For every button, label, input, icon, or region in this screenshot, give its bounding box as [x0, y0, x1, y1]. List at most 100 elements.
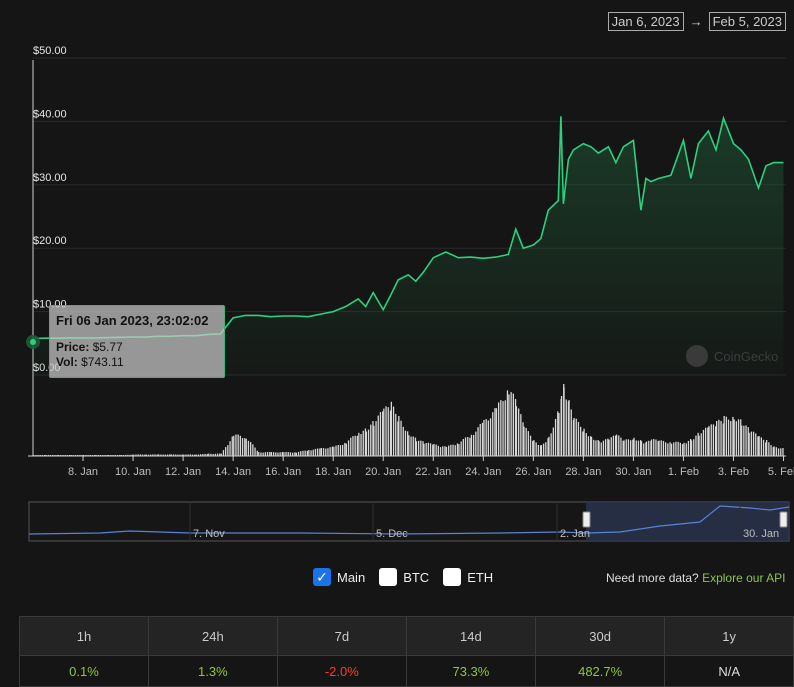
volume-bar [469, 437, 471, 456]
volume-bar [690, 440, 693, 456]
volume-bar [235, 434, 237, 456]
volume-bar [354, 435, 356, 456]
volume-bar [700, 433, 702, 456]
volume-bar [245, 438, 247, 456]
volume-bar [331, 446, 333, 456]
series-legend: ✓ Main BTC ETH [313, 568, 499, 586]
volume-bar [625, 439, 627, 456]
volume-bar [365, 431, 367, 456]
volume-bar [727, 419, 730, 456]
volume-bar [775, 447, 777, 456]
performance-table: 1h 24h 7d 14d 30d 1y 0.1% 1.3% -2.0% 73.… [19, 616, 794, 687]
price-chart[interactable]: $0.00$10.00$20.00$30.00$40.00$50.00 8. J… [0, 0, 794, 550]
navigator-handle[interactable] [779, 511, 788, 528]
volume-bar [587, 436, 590, 456]
volume-bar [502, 401, 504, 456]
volume-bar [681, 444, 684, 456]
header-1y: 1y [664, 616, 794, 656]
volume-bar [510, 392, 512, 456]
volume-bar [723, 416, 725, 456]
volume-bar [627, 439, 630, 456]
volume-bar [633, 437, 635, 456]
volume-bar [247, 440, 250, 456]
volume-bar [650, 439, 653, 456]
volume-bar [237, 434, 239, 456]
volume-bar [725, 416, 727, 456]
volume-bar [256, 450, 258, 456]
volume-bar [667, 443, 669, 456]
legend-main[interactable]: ✓ Main [313, 568, 365, 586]
volume-bar [670, 443, 673, 456]
volume-bar [277, 452, 279, 456]
checkbox-icon[interactable] [443, 568, 462, 586]
navigator-handle[interactable] [582, 511, 591, 528]
volume-bar [408, 435, 410, 456]
watermark: CoinGecko [686, 345, 778, 367]
volume-bar [433, 444, 435, 456]
volume-bar [377, 415, 379, 456]
volume-bar [270, 452, 272, 456]
navigator-tick-label: 30. Jan [743, 528, 779, 540]
volume-bar [632, 439, 634, 456]
y-tick-label: $20.00 [33, 235, 67, 247]
volume-bar [630, 440, 632, 456]
volume-bar [757, 436, 759, 456]
volume-bar [707, 427, 709, 456]
volume-bar [637, 440, 640, 456]
volume-bar [225, 447, 227, 456]
volume-bar [673, 442, 675, 456]
volume-bar [653, 439, 655, 456]
volume-bar [427, 442, 429, 456]
volume-bar [523, 426, 525, 456]
volume-bar [598, 441, 600, 456]
volume-bar [698, 435, 700, 456]
value-30d: 482.7% [534, 655, 666, 687]
volume-bar [685, 443, 687, 456]
volume-bar [387, 407, 389, 456]
volume-bar [250, 442, 252, 456]
volume-bar [432, 444, 434, 456]
x-tick-label: 20. Jan [365, 466, 401, 478]
checkbox-checked-icon[interactable]: ✓ [313, 568, 331, 586]
volume-bar [304, 450, 306, 456]
header-14d: 14d [405, 616, 536, 656]
x-tick-label: 10. Jan [115, 466, 151, 478]
volume-bar [400, 420, 402, 456]
volume-bar [535, 442, 537, 456]
volume-bar [350, 437, 352, 456]
volume-bar [287, 452, 289, 456]
volume-bar [356, 435, 358, 456]
volume-bar [560, 396, 563, 456]
volume-bar [347, 440, 350, 456]
header-24h: 24h [147, 616, 278, 656]
volume-bar [252, 444, 254, 456]
volume-bar [705, 427, 707, 456]
volume-bar [735, 421, 737, 456]
volume-bar [577, 421, 580, 456]
value-14d: 73.3% [405, 655, 536, 687]
legend-eth[interactable]: ETH [443, 568, 493, 586]
volume-bar [487, 420, 489, 456]
volume-bar [382, 411, 384, 456]
volume-bar [281, 452, 283, 456]
y-tick-label: $50.00 [33, 45, 67, 57]
volume-bar [260, 452, 262, 456]
volume-bar [600, 442, 602, 456]
volume-bar [231, 436, 233, 456]
more-data-promo: Need more data? Explore our API [606, 571, 785, 585]
volume-bar [285, 452, 287, 456]
checkbox-icon[interactable] [379, 568, 398, 586]
legend-btc[interactable]: BTC [379, 568, 429, 586]
volume-bar [445, 447, 448, 456]
volume-bar [385, 406, 387, 456]
volume-bar [379, 412, 382, 456]
volume-bar [760, 437, 762, 456]
volume-bar [373, 425, 375, 456]
volume-bar [777, 448, 780, 456]
volume-bar [297, 451, 300, 456]
volume-bar [494, 408, 496, 456]
explore-api-link[interactable]: Explore our API [702, 571, 785, 585]
volume-bar [563, 387, 565, 456]
volume-bar [683, 442, 685, 456]
volume-bar [518, 408, 520, 456]
